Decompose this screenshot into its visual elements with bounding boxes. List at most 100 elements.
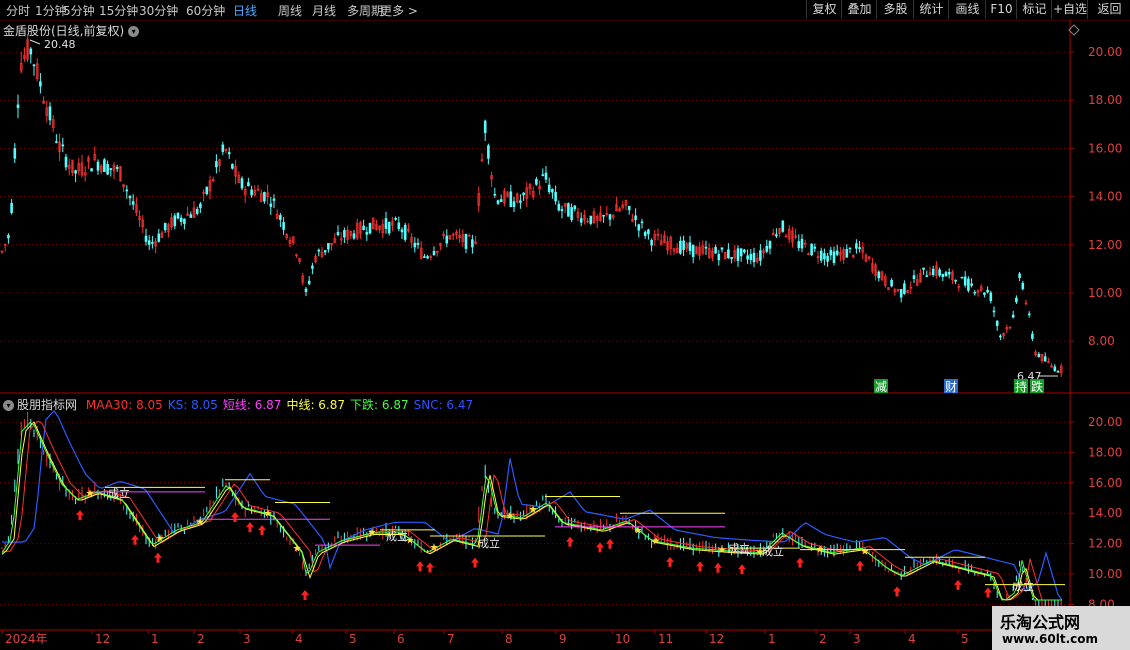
candle-body bbox=[954, 279, 957, 282]
star-icon: ★ bbox=[368, 527, 377, 538]
candle-body bbox=[589, 215, 593, 224]
candle-body bbox=[282, 222, 285, 230]
price-axis-label: 18.00 bbox=[1088, 93, 1122, 107]
candle-body bbox=[157, 233, 161, 242]
candle-body bbox=[362, 225, 365, 230]
candle-body bbox=[13, 148, 17, 159]
buy-arrow bbox=[596, 542, 604, 553]
indicator-axis-label: 10.00 bbox=[1088, 567, 1122, 581]
candle-body bbox=[272, 198, 276, 201]
watermark: 乐淘公式网 www.60lt.com bbox=[992, 606, 1130, 650]
candle-body bbox=[602, 214, 605, 217]
time-axis-label: 2 bbox=[197, 632, 205, 646]
candle-body bbox=[499, 199, 503, 202]
candle-body bbox=[336, 231, 340, 236]
candle-body bbox=[1021, 282, 1025, 290]
candle-body bbox=[403, 224, 407, 240]
candle-body bbox=[397, 222, 401, 229]
candle-body bbox=[848, 247, 852, 250]
candle-body bbox=[775, 234, 778, 237]
star-icon: ★ bbox=[196, 517, 205, 528]
candle-body bbox=[16, 104, 20, 108]
candle-body bbox=[131, 201, 135, 205]
candle-body bbox=[637, 224, 641, 231]
candle-body bbox=[746, 255, 749, 260]
candle-body bbox=[912, 275, 916, 279]
candle-body bbox=[90, 168, 93, 172]
time-axis-label: 10 bbox=[615, 632, 630, 646]
candle-body bbox=[327, 242, 330, 250]
candle-body bbox=[64, 156, 68, 168]
event-marker-label: 持 bbox=[1015, 379, 1027, 394]
buy-arrow bbox=[954, 579, 962, 590]
candle-body bbox=[858, 247, 861, 249]
candle-body bbox=[781, 220, 785, 232]
buy-arrow bbox=[416, 561, 424, 572]
candle-body bbox=[941, 273, 945, 278]
candle-body bbox=[205, 186, 209, 195]
high-pointer bbox=[29, 39, 41, 45]
event-marker-label: 跌 bbox=[1031, 379, 1043, 394]
candle-body bbox=[947, 272, 951, 275]
candle-body bbox=[570, 207, 573, 221]
candle-body bbox=[263, 192, 266, 202]
candle-body bbox=[768, 241, 772, 249]
signal-label: 成立 bbox=[728, 541, 750, 555]
time-axis-label: 5 bbox=[961, 632, 969, 646]
candle-body bbox=[39, 81, 42, 87]
star-icon: ★ bbox=[652, 536, 661, 547]
star-icon: ★ bbox=[430, 542, 439, 553]
signal-label: 成立 bbox=[762, 544, 784, 558]
candle-body bbox=[1043, 356, 1047, 362]
candle-body bbox=[903, 283, 906, 294]
buy-arrow bbox=[471, 557, 479, 568]
candle-body bbox=[922, 267, 925, 270]
candle-body bbox=[551, 188, 554, 193]
candle-body bbox=[384, 218, 388, 229]
star-icon: ★ bbox=[634, 526, 643, 537]
candle-body bbox=[432, 251, 436, 255]
candle-body bbox=[189, 214, 193, 218]
candle-body bbox=[221, 144, 225, 152]
signal-label: 成立 bbox=[108, 486, 130, 500]
star-icon: ★ bbox=[816, 545, 825, 556]
time-axis-label: 7 bbox=[447, 632, 455, 646]
candle-body bbox=[983, 292, 986, 295]
event-marker-label: 财 bbox=[945, 380, 957, 394]
candle-body bbox=[931, 268, 935, 276]
candle-body bbox=[173, 215, 177, 227]
candle-body bbox=[144, 235, 148, 242]
candle-body bbox=[61, 144, 65, 147]
candle-body bbox=[704, 246, 708, 249]
candle-body bbox=[227, 152, 231, 155]
candle-body bbox=[717, 253, 721, 261]
candle-body bbox=[1053, 366, 1057, 371]
candle-body bbox=[973, 291, 977, 294]
buy-arrow bbox=[426, 562, 434, 573]
candle-body bbox=[496, 200, 500, 204]
candle-body bbox=[765, 245, 769, 252]
candle-body bbox=[829, 249, 833, 256]
candle-body bbox=[749, 254, 753, 261]
time-axis-label: 2024年 bbox=[5, 632, 48, 646]
time-axis-label: 3 bbox=[853, 632, 861, 646]
candle-body bbox=[640, 221, 644, 224]
candle-body bbox=[96, 161, 100, 171]
signal-label: 成立 bbox=[478, 536, 500, 550]
buy-arrow bbox=[301, 590, 309, 600]
candle-body bbox=[855, 243, 858, 249]
candle-body bbox=[682, 240, 685, 250]
star-icon: ★ bbox=[293, 543, 302, 554]
buy-arrow bbox=[696, 561, 704, 572]
candle-body bbox=[810, 243, 813, 256]
time-axis-label: 8 bbox=[505, 632, 513, 646]
star-icon: ★ bbox=[156, 534, 165, 545]
candle-body bbox=[845, 249, 849, 258]
candle-body bbox=[535, 178, 538, 185]
candle-body bbox=[730, 257, 733, 259]
candle-body bbox=[579, 218, 583, 223]
high-label: 20.48 bbox=[44, 38, 76, 51]
buy-arrow bbox=[893, 586, 901, 597]
candle-body bbox=[967, 278, 970, 291]
price-candles bbox=[0, 34, 1063, 377]
